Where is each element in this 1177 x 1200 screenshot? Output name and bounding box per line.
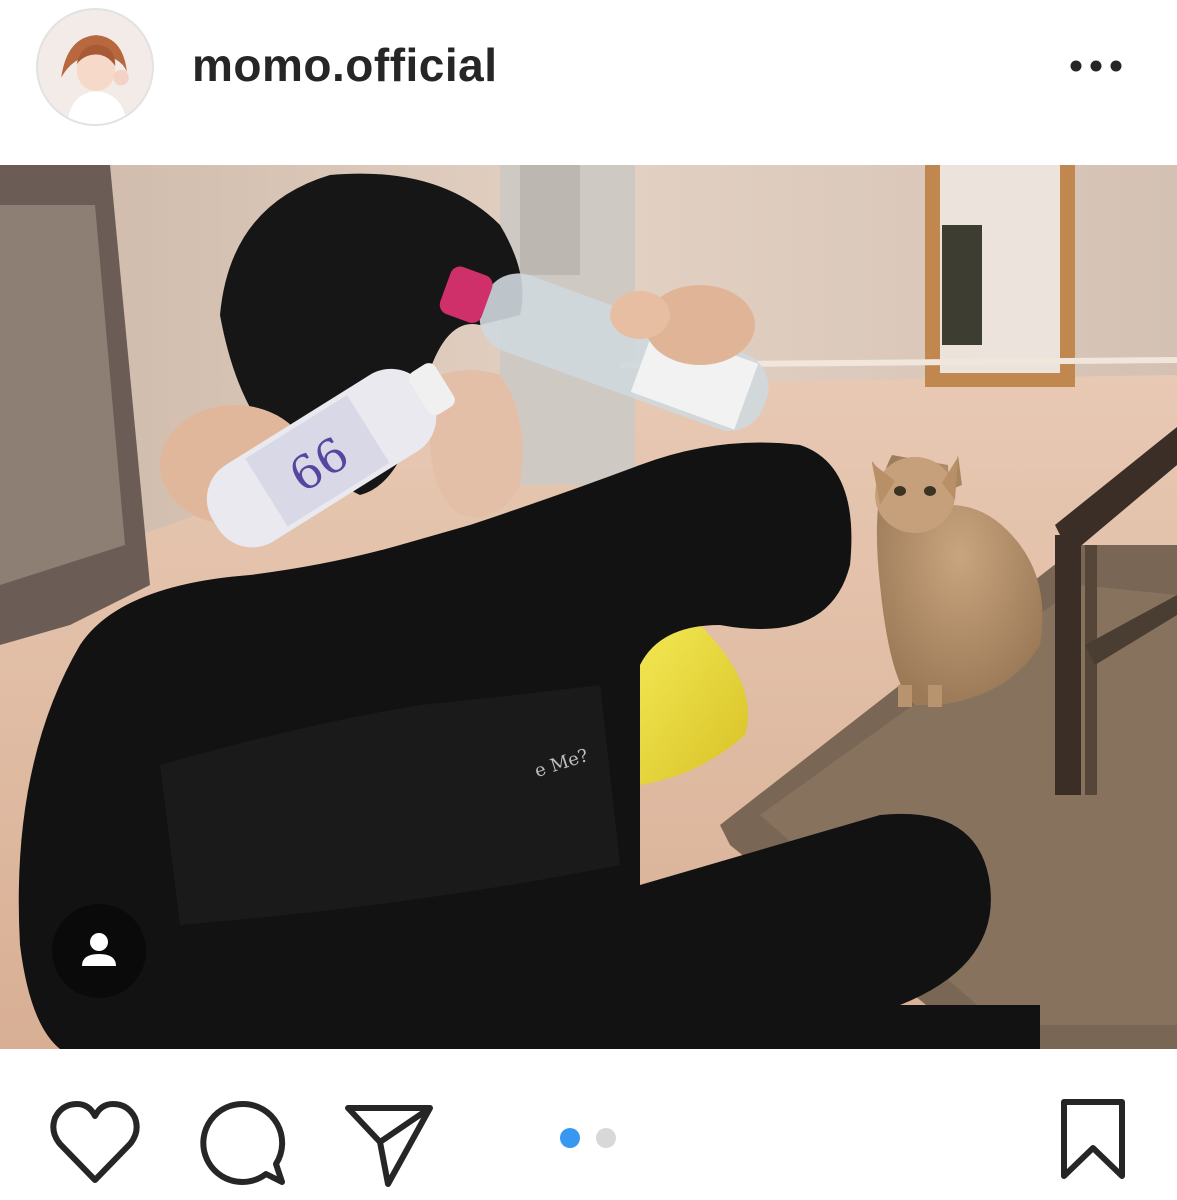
carousel-dot[interactable] — [560, 1128, 580, 1148]
comment-bubble-icon[interactable] — [198, 1098, 288, 1188]
avatar-image — [38, 10, 152, 124]
more-options-icon[interactable] — [1065, 44, 1127, 88]
carousel-dot[interactable] — [596, 1128, 616, 1148]
heart-icon[interactable] — [48, 1098, 142, 1186]
bookmark-icon[interactable] — [1058, 1098, 1128, 1180]
username[interactable]: momo.official — [192, 38, 498, 92]
profile-avatar[interactable] — [36, 8, 154, 126]
user-tag-icon[interactable] — [52, 904, 146, 998]
post-header: momo.official — [0, 0, 1177, 160]
carousel-indicator — [560, 1128, 620, 1148]
post-actions-bar — [0, 1050, 1177, 1200]
post-photo[interactable]: 66 e Me? — [0, 165, 1177, 1049]
paper-plane-icon[interactable] — [342, 1100, 436, 1190]
photo-scene: 66 — [0, 165, 1177, 1049]
